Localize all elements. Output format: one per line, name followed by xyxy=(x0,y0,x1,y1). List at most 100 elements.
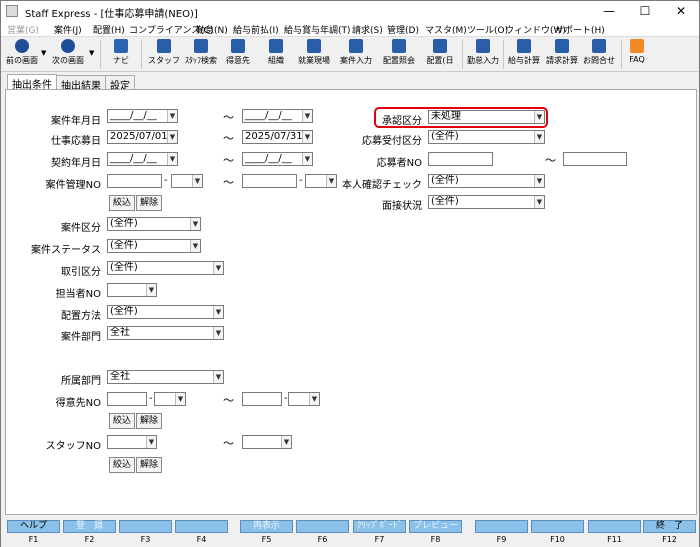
chevron-down-icon[interactable]: ▼ xyxy=(146,436,156,448)
f8-preview-button[interactable]: プレビュー xyxy=(409,520,462,533)
job-type-select[interactable]: (全件) ▼ xyxy=(107,217,201,231)
menu-sales[interactable]: 営業(G) xyxy=(7,23,39,36)
menu-attendance[interactable]: 勤怠(N) xyxy=(196,23,228,36)
menu-advance-pay[interactable]: 給与前払(I) xyxy=(233,23,279,36)
chevron-down-icon[interactable]: ▼ xyxy=(167,110,177,122)
contract-date-from-field[interactable]: ____/__/__ ▼ xyxy=(107,152,178,166)
f12-exit-button[interactable]: 終 了 xyxy=(643,520,696,533)
client-branch-from-select[interactable]: ▼ xyxy=(154,392,186,406)
chevron-down-icon[interactable]: ▼ xyxy=(534,175,544,187)
chevron-down-icon[interactable]: ▼ xyxy=(213,262,223,274)
apply-date-from-field[interactable]: 2025/07/01 ▼ xyxy=(107,130,178,144)
f11-button[interactable] xyxy=(588,520,641,533)
attendance-button[interactable]: 勤怠入力 xyxy=(465,39,501,70)
chevron-down-icon[interactable]: ▼ xyxy=(534,111,544,123)
f10-button[interactable] xyxy=(531,520,584,533)
chevron-down-icon[interactable]: ▼ xyxy=(302,131,312,143)
f6-button[interactable] xyxy=(296,520,349,533)
staff-in-charge-select[interactable]: ▼ xyxy=(107,283,157,297)
job-month-from-field[interactable]: ____/__/__ ▼ xyxy=(107,109,178,123)
faq-button[interactable]: FAQ xyxy=(625,39,649,70)
applicant-no-from-field[interactable] xyxy=(428,152,493,166)
f9-button[interactable] xyxy=(475,520,528,533)
menu-payroll[interactable]: 給与賞与年調(T) xyxy=(284,23,351,36)
menu-support[interactable]: サポート(H) xyxy=(555,23,605,36)
chevron-down-icon[interactable]: ▼ xyxy=(534,131,544,143)
client-narrow-button[interactable]: 絞込 xyxy=(109,413,135,429)
f4-button[interactable] xyxy=(175,520,228,533)
client-button[interactable]: 得意先 xyxy=(222,39,254,70)
staff-release-button[interactable]: 解除 xyxy=(136,457,162,473)
back-dropdown-icon[interactable]: ▼ xyxy=(41,49,46,57)
job-mgmt-narrow-button[interactable]: 絞込 xyxy=(109,195,135,211)
job-mgmt-release-button[interactable]: 解除 xyxy=(136,195,162,211)
reception-select[interactable]: (全件) ▼ xyxy=(428,130,545,144)
job-entry-button[interactable]: 案件入力 xyxy=(337,39,375,70)
site-button[interactable]: 就業現場 xyxy=(295,39,333,70)
next-dropdown-icon[interactable]: ▼ xyxy=(89,49,94,57)
client-no-to-field[interactable] xyxy=(242,392,282,406)
chevron-down-icon[interactable]: ▼ xyxy=(190,218,200,230)
minimize-button[interactable]: — xyxy=(591,1,627,21)
f3-button[interactable] xyxy=(119,520,172,533)
job-dept-select[interactable]: 全社 ▼ xyxy=(107,326,224,340)
chevron-down-icon[interactable]: ▼ xyxy=(192,175,202,187)
f1-help-button[interactable]: ヘルプ xyxy=(7,520,60,533)
chevron-down-icon[interactable]: ▼ xyxy=(190,240,200,252)
menu-tools[interactable]: ツール(O) xyxy=(467,23,508,36)
staff-no-from-select[interactable]: ▼ xyxy=(107,435,157,449)
identity-check-select[interactable]: (全件) ▼ xyxy=(428,174,545,188)
deal-type-select[interactable]: (全件) ▼ xyxy=(107,261,224,275)
apply-date-to-field[interactable]: 2025/07/31 ▼ xyxy=(242,130,313,144)
contract-date-to-field[interactable]: ____/__/__ ▼ xyxy=(242,152,313,166)
next-button[interactable]: 次の画面 xyxy=(49,39,87,70)
chevron-down-icon[interactable]: ▼ xyxy=(175,393,185,405)
chevron-down-icon[interactable]: ▼ xyxy=(167,131,177,143)
menu-billing[interactable]: 請求(S) xyxy=(352,23,383,36)
staff-search-button[interactable]: ｽﾀｯﾌ検索 xyxy=(183,39,219,70)
approval-select[interactable]: 未処理 ▼ xyxy=(428,110,545,124)
payroll-button[interactable]: 給与計算 xyxy=(506,39,542,70)
chevron-down-icon[interactable]: ▼ xyxy=(281,436,291,448)
chevron-down-icon[interactable]: ▼ xyxy=(213,371,223,383)
chevron-down-icon[interactable]: ▼ xyxy=(302,110,312,122)
close-button[interactable]: ✕ xyxy=(663,1,699,21)
tab-extract-results[interactable]: 抽出結果 xyxy=(56,75,106,92)
applicant-no-to-field[interactable] xyxy=(563,152,627,166)
staff-no-to-select[interactable]: ▼ xyxy=(242,435,292,449)
menu-job[interactable]: 案件(J) xyxy=(54,23,82,36)
menu-admin[interactable]: 管理(D) xyxy=(387,23,419,36)
job-month-to-field[interactable]: ____/__/__ ▼ xyxy=(242,109,313,123)
org-button[interactable]: 組織 xyxy=(260,39,292,70)
belong-dept-select[interactable]: 全社 ▼ xyxy=(107,370,224,384)
back-button[interactable]: 前の画面 xyxy=(3,39,41,70)
chevron-down-icon[interactable]: ▼ xyxy=(213,306,223,318)
contact-button[interactable]: お問合せ xyxy=(581,39,617,70)
staff-narrow-button[interactable]: 絞込 xyxy=(109,457,135,473)
navi-button[interactable]: ナビ xyxy=(105,39,137,70)
interview-status-select[interactable]: (全件) ▼ xyxy=(428,195,545,209)
client-release-button[interactable]: 解除 xyxy=(136,413,162,429)
assign-method-select[interactable]: (全件) ▼ xyxy=(107,305,224,319)
assign-day-button[interactable]: 配置(日 xyxy=(421,39,459,70)
f2-register-button[interactable]: 登 録 xyxy=(63,520,116,533)
job-mgmt-branch-from-select[interactable]: ▼ xyxy=(171,174,203,188)
chevron-down-icon[interactable]: ▼ xyxy=(167,153,177,165)
job-mgmt-no-from-field[interactable] xyxy=(107,174,162,188)
f5-refresh-button[interactable]: 再表示 xyxy=(240,520,293,533)
chevron-down-icon[interactable]: ▼ xyxy=(146,284,156,296)
staff-button[interactable]: スタッフ xyxy=(147,39,181,70)
menu-master[interactable]: マスタ(M) xyxy=(425,23,467,36)
tab-settings[interactable]: 設定 xyxy=(105,75,135,92)
tab-extract-conditions[interactable]: 抽出条件 xyxy=(7,74,57,91)
menu-assign[interactable]: 配置(H) xyxy=(93,23,125,36)
client-no-from-field[interactable] xyxy=(107,392,147,406)
chevron-down-icon[interactable]: ▼ xyxy=(309,393,319,405)
chevron-down-icon[interactable]: ▼ xyxy=(534,196,544,208)
f7-clipboard-button[interactable]: ｸﾘｯﾌﾟﾎﾞｰﾄﾞ xyxy=(353,520,406,533)
chevron-down-icon[interactable]: ▼ xyxy=(213,327,223,339)
billing-button[interactable]: 請求計算 xyxy=(544,39,580,70)
client-branch-to-select[interactable]: ▼ xyxy=(288,392,320,406)
job-mgmt-no-to-field[interactable] xyxy=(242,174,297,188)
chevron-down-icon[interactable]: ▼ xyxy=(302,153,312,165)
